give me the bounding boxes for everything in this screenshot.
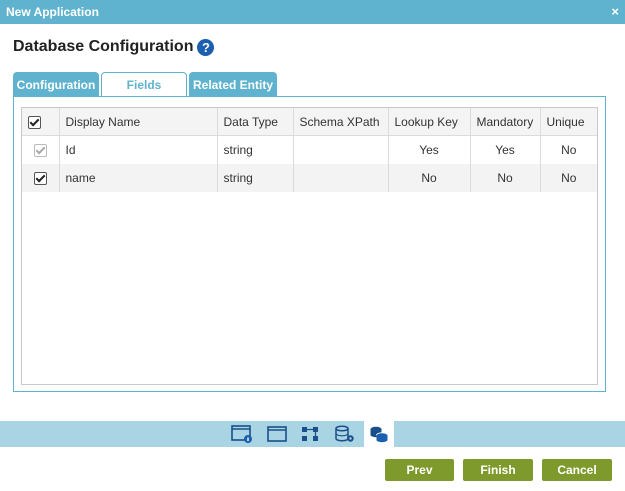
cancel-button[interactable]: Cancel [542,459,612,481]
schema-xpath-cell[interactable] [293,164,389,192]
column-header-lookup-key[interactable]: Lookup Key [388,108,471,136]
row-checkbox [33,144,47,158]
title-bar: New Application × [0,0,625,24]
display-name-cell[interactable]: Id [59,135,218,164]
display-name-cell[interactable]: name [59,164,218,192]
fields-panel: Display Name Data Type Schema XPath Look… [13,96,606,392]
select-all-header [22,108,60,136]
lookup-key-cell[interactable]: Yes [388,135,471,164]
select-all-checkbox[interactable] [28,115,41,129]
data-settings-icon[interactable] [330,421,360,447]
tab-fields[interactable]: Fields [101,72,187,97]
table-row[interactable]: name string No No No [22,164,597,192]
unique-cell[interactable]: No [540,135,597,164]
app-info-icon[interactable] [227,421,257,447]
finish-button[interactable]: Finish [463,459,533,481]
row-select-cell [22,135,60,164]
lookup-key-cell[interactable]: No [388,164,471,192]
form-icon[interactable] [262,421,292,447]
data-type-cell[interactable]: string [217,135,294,164]
column-header-mandatory[interactable]: Mandatory [470,108,541,136]
close-icon[interactable]: × [611,4,619,19]
mandatory-cell[interactable]: No [470,164,541,192]
table-row[interactable]: Id string Yes Yes No [22,135,597,164]
page-title: Database Configuration ? [13,38,215,56]
row-checkbox[interactable] [33,172,47,186]
row-select-cell [22,164,60,192]
prev-button[interactable]: Prev [385,459,454,481]
tab-related-entity[interactable]: Related Entity [189,72,277,96]
process-icon[interactable] [296,421,326,447]
page-title-text: Database Configuration [13,38,194,55]
mandatory-cell[interactable]: Yes [470,135,541,164]
help-icon[interactable]: ? [197,38,215,56]
schema-xpath-cell[interactable] [293,135,389,164]
column-header-data-type[interactable]: Data Type [217,108,294,136]
tab-configuration[interactable]: Configuration [13,72,99,96]
wizard-step-toolbar [0,421,625,447]
unique-cell[interactable]: No [540,164,597,192]
column-header-display-name[interactable]: Display Name [59,108,218,136]
column-header-schema-xpath[interactable]: Schema XPath [293,108,389,136]
grid-header-row: Display Name Data Type Schema XPath Look… [22,108,597,136]
window-title: New Application [6,5,99,19]
fields-grid: Display Name Data Type Schema XPath Look… [21,107,598,385]
data-type-cell[interactable]: string [217,164,294,192]
column-header-unique[interactable]: Unique [540,108,597,136]
database-icon[interactable] [364,421,394,447]
